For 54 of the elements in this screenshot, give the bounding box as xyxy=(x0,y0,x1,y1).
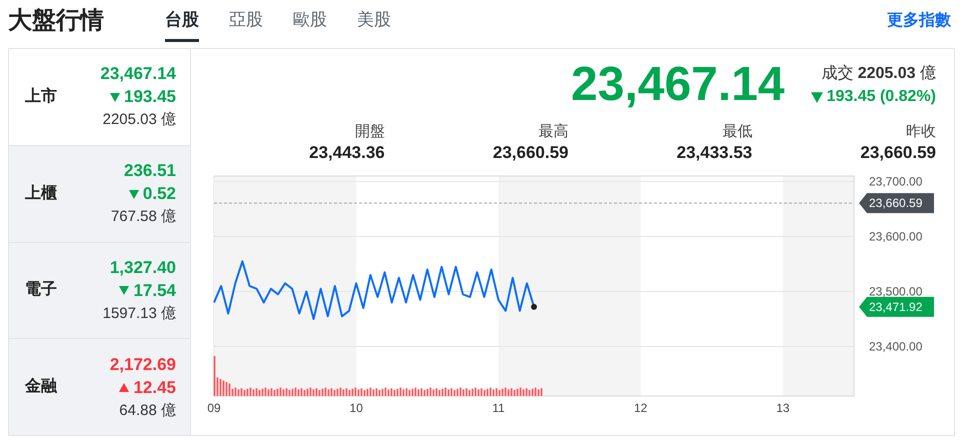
price-tag: 23,660.59 xyxy=(859,193,934,214)
price-tag: 23,471.92 xyxy=(859,296,934,317)
market-change: 0.52 xyxy=(142,183,176,206)
ref-line-label: 23,660.59 xyxy=(869,196,923,210)
market-row[interactable]: 金融 2,172.69 12.45 64.88 億 xyxy=(9,339,190,435)
market-tab[interactable]: 台股 xyxy=(165,0,199,42)
market-volume: 1597.13 億 xyxy=(102,304,176,324)
market-price: 2,172.69 xyxy=(110,354,176,376)
y-axis-label: 23,500.00 xyxy=(869,284,922,298)
stat-value: 23,433.53 xyxy=(676,142,752,163)
market-row[interactable]: 上櫃 236.51 0.52 767.58 億 xyxy=(9,146,190,242)
market-price: 23,467.14 xyxy=(100,63,176,86)
market-row[interactable]: 電子 1,327.40 17.54 1597.13 億 xyxy=(9,242,190,340)
last-point-marker xyxy=(531,304,537,310)
market-change: 193.45 xyxy=(124,86,176,108)
market-name: 金融 xyxy=(25,376,57,398)
down-triangle-icon xyxy=(128,188,139,199)
market-tab[interactable]: 歐股 xyxy=(293,0,327,42)
y-axis-label: 23,400.00 xyxy=(869,340,922,354)
down-triangle-icon xyxy=(810,90,823,102)
market-tab[interactable]: 美股 xyxy=(357,0,391,42)
market-volume: 64.88 億 xyxy=(119,400,176,421)
down-triangle-icon xyxy=(110,92,120,102)
stat-label: 最低 xyxy=(722,122,752,142)
market-change: 12.45 xyxy=(133,376,176,399)
x-axis-label: 09 xyxy=(207,401,221,415)
stat-value: 23,660.59 xyxy=(860,142,936,163)
index-change: 193.45 (0.82%) xyxy=(826,87,936,107)
market-name: 電子 xyxy=(25,280,57,300)
more-indices-link[interactable]: 更多指數 xyxy=(887,9,955,33)
up-triangle-icon xyxy=(119,382,130,392)
market-price: 1,327.40 xyxy=(110,256,176,279)
market-volume: 767.58 億 xyxy=(110,207,176,228)
y-axis-label: 23,700.00 xyxy=(869,174,922,188)
market-name: 上櫃 xyxy=(25,184,57,204)
x-axis-label: 11 xyxy=(492,401,505,415)
stat-value: 23,443.36 xyxy=(309,142,385,163)
market-tab[interactable]: 亞股 xyxy=(229,0,263,42)
stat-label: 開盤 xyxy=(354,122,385,142)
page-title: 大盤行情 xyxy=(8,6,105,36)
index-price: 23,467.14 xyxy=(571,61,785,109)
stat-label: 最高 xyxy=(538,122,568,142)
x-axis-label: 13 xyxy=(776,401,790,415)
y-axis-label: 23,600.00 xyxy=(869,230,922,244)
stat-value: 23,660.59 xyxy=(492,142,568,163)
market-volume: 2205.03 億 xyxy=(102,110,176,130)
down-triangle-icon xyxy=(119,285,130,296)
stat-label: 昨收 xyxy=(906,122,936,142)
market-price: 236.51 xyxy=(124,160,176,182)
market-change: 17.54 xyxy=(133,280,176,302)
market-name: 上市 xyxy=(25,86,57,107)
x-axis-label: 12 xyxy=(634,401,648,415)
x-axis-label: 10 xyxy=(350,401,363,415)
turnover-text: 成交 2205.03 億 xyxy=(821,64,936,84)
